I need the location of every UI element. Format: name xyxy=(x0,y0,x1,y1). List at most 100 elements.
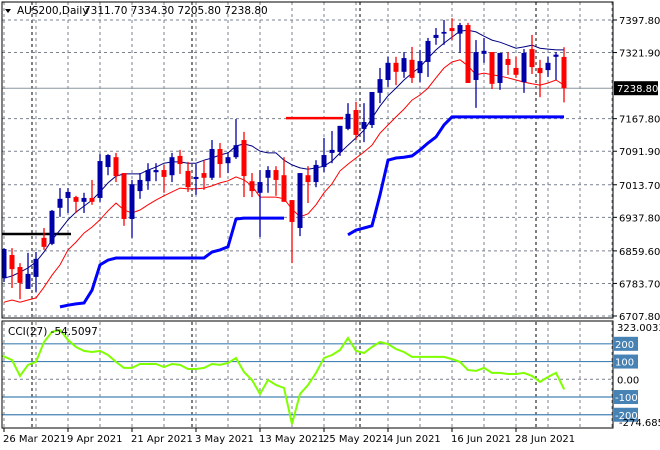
candle-body xyxy=(481,50,487,54)
x-tick-label: 26 Mar 2021 xyxy=(3,434,66,445)
cci-min-label: -274.685 xyxy=(619,418,660,429)
candle-body xyxy=(57,198,63,208)
candle-body xyxy=(217,149,223,165)
candle-body xyxy=(49,210,55,244)
candle-body xyxy=(561,56,567,89)
candle-body xyxy=(33,258,39,277)
candle-body xyxy=(417,61,423,74)
cci-level-label: 200 xyxy=(615,340,634,351)
candle-body xyxy=(537,67,543,74)
candle-body xyxy=(425,40,431,62)
bullish-candle xyxy=(49,209,55,246)
symbol-timeframe: AUS200,Daily xyxy=(17,5,88,17)
cci-point xyxy=(259,393,261,395)
cci-point xyxy=(283,387,285,389)
y-tick-label: 7167.80 xyxy=(619,115,660,126)
cci-point xyxy=(107,354,109,356)
cci-point xyxy=(387,343,389,345)
cci-point xyxy=(91,351,93,353)
cci-point xyxy=(491,372,493,374)
cci-point xyxy=(371,346,373,348)
candle-body xyxy=(257,182,263,193)
bearish-candle xyxy=(465,22,471,83)
candle-body xyxy=(337,125,343,153)
cci-point xyxy=(515,373,517,375)
candle-body xyxy=(345,113,351,129)
cci-point xyxy=(555,372,557,374)
cci-point xyxy=(211,363,213,365)
candle-body xyxy=(273,170,279,180)
candle-body xyxy=(545,62,551,71)
cci-level-label: 100 xyxy=(615,358,634,369)
candle-body xyxy=(129,184,135,219)
cci-point xyxy=(347,337,349,339)
x-tick-label: 28 Jun 2021 xyxy=(515,434,575,445)
cci-point xyxy=(563,388,565,390)
cci-point xyxy=(155,363,157,365)
cci-point xyxy=(67,339,69,341)
x-tick-label: 4 Jun 2021 xyxy=(387,434,441,445)
candle-body xyxy=(297,173,303,228)
cci-point xyxy=(131,367,133,369)
cci-point xyxy=(195,368,197,370)
x-tick-label: 9 Apr 2021 xyxy=(67,434,122,445)
candle-body xyxy=(121,173,127,219)
bearish-candle xyxy=(489,52,495,89)
cci-point xyxy=(203,367,205,369)
cci-point xyxy=(227,362,229,364)
candle-body xyxy=(105,155,111,168)
bullish-candle xyxy=(297,173,303,237)
cci-point xyxy=(83,350,85,352)
cci-point xyxy=(483,367,485,369)
cci-point xyxy=(19,375,21,377)
trading-chart[interactable]: 7397.80 7321.90 7167.80 7091.90 7013.70 6937.… xyxy=(0,0,660,450)
cci-point xyxy=(35,361,37,363)
candle-body xyxy=(353,110,359,135)
candle-body xyxy=(153,170,159,173)
cci-point xyxy=(507,373,509,375)
candle-body xyxy=(281,175,287,202)
y-tick-label: 7397.80 xyxy=(619,16,660,27)
cci-point xyxy=(139,363,141,365)
y-tick-label: 6859.60 xyxy=(619,247,660,258)
cci-point xyxy=(163,366,165,368)
candle-body xyxy=(489,52,495,84)
candle-body xyxy=(329,149,335,153)
candle-body xyxy=(97,161,103,198)
cci-point xyxy=(11,359,13,361)
cci-point xyxy=(219,364,221,366)
y-tick-label: 7091.90 xyxy=(619,147,660,158)
cci-point xyxy=(499,372,501,374)
cci-point xyxy=(299,393,301,395)
candle-body xyxy=(241,140,247,177)
cci-point xyxy=(379,341,381,343)
y-tick-label: 6937.80 xyxy=(619,213,660,224)
cci-point xyxy=(451,358,453,360)
candle-body xyxy=(457,25,463,34)
cci-point xyxy=(147,363,149,365)
candle-body xyxy=(433,34,439,38)
candle-body xyxy=(81,197,87,202)
candle-body xyxy=(185,170,191,188)
cci-point xyxy=(243,371,245,373)
candle-body xyxy=(393,62,399,72)
candle-body xyxy=(65,191,71,198)
candle-body xyxy=(473,52,479,80)
candle-body xyxy=(289,200,295,222)
bullish-candle xyxy=(369,91,375,129)
cci-point xyxy=(523,372,525,374)
candle-body xyxy=(113,157,119,177)
cci-point xyxy=(419,356,421,358)
candle-body xyxy=(9,254,15,270)
candle-body xyxy=(377,79,383,93)
cci-point xyxy=(339,349,341,351)
candle-body xyxy=(177,155,183,165)
cci-point xyxy=(315,372,317,374)
candle-body xyxy=(25,273,31,289)
ohlc-readout: 7311.70 7334.30 7205.80 7238.80 xyxy=(84,5,268,17)
candle-body xyxy=(313,164,319,183)
y-tick-label: 6783.70 xyxy=(619,279,660,290)
candle-body xyxy=(225,157,231,164)
candle-body xyxy=(249,181,255,192)
candle-body xyxy=(553,54,559,57)
